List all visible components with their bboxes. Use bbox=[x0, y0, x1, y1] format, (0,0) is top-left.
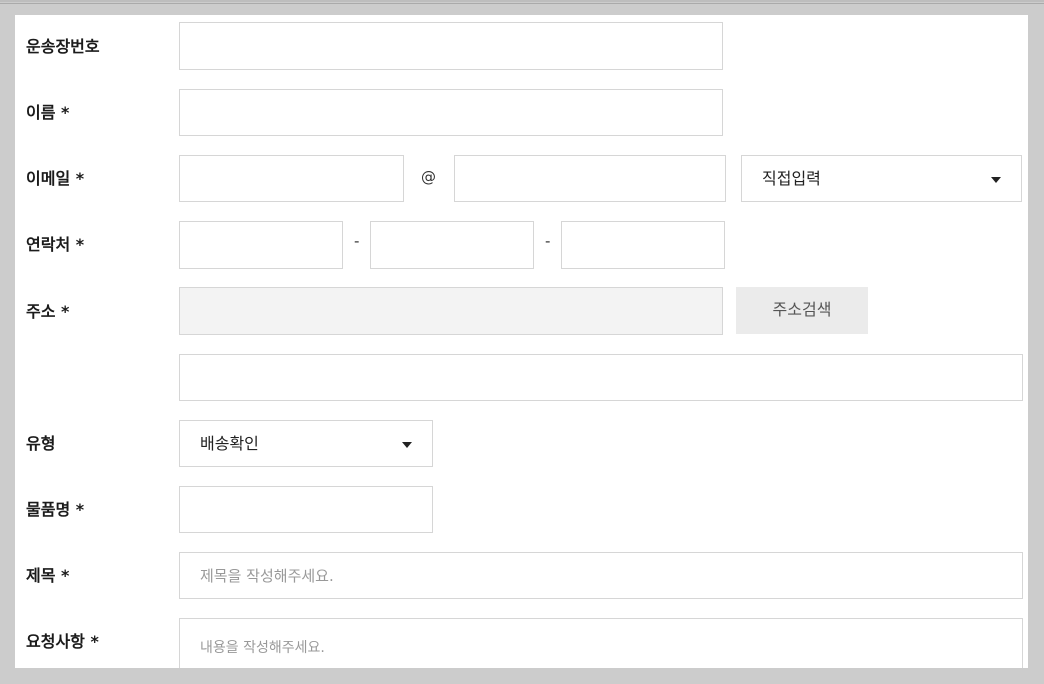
product-input[interactable] bbox=[179, 486, 433, 533]
window-top-line bbox=[0, 3, 1044, 4]
address-label: 주소 * bbox=[26, 302, 70, 321]
name-label: 이름 * bbox=[26, 103, 70, 122]
address-zip-input bbox=[179, 287, 723, 335]
phone-dash-1: - bbox=[354, 232, 360, 250]
email-local-input[interactable] bbox=[179, 155, 404, 202]
tracking-input[interactable] bbox=[179, 22, 723, 70]
subject-label: 제목 * bbox=[26, 566, 70, 585]
email-domain-select[interactable]: 직접입력 bbox=[741, 155, 1022, 202]
window-top-edge bbox=[0, 0, 1044, 2]
chevron-down-icon bbox=[991, 177, 1001, 183]
type-label: 유형 bbox=[26, 434, 56, 453]
request-label: 요청사항 * bbox=[26, 632, 99, 651]
type-select-value: 배송확인 bbox=[200, 434, 259, 453]
tracking-label: 운송장번호 bbox=[26, 37, 100, 56]
email-domain-select-value: 직접입력 bbox=[762, 169, 821, 188]
request-textarea[interactable]: 내용을 작성해주세요. bbox=[179, 618, 1023, 668]
phone-label: 연락처 * bbox=[26, 235, 85, 254]
address-search-button[interactable]: 주소검색 bbox=[736, 287, 868, 334]
inquiry-form: 운송장번호 이름 * 이메일 * @ 직접입력 연락처 * - - 주소 * 주… bbox=[15, 15, 1028, 668]
subject-placeholder: 제목을 작성해주세요. bbox=[200, 567, 334, 585]
request-placeholder: 내용을 작성해주세요. bbox=[200, 640, 325, 656]
address-detail-input[interactable] bbox=[179, 354, 1023, 401]
phone-part1-input[interactable] bbox=[179, 221, 343, 269]
phone-part3-input[interactable] bbox=[561, 221, 725, 269]
chevron-down-icon bbox=[402, 442, 412, 448]
product-label: 물품명 * bbox=[26, 500, 85, 519]
type-select[interactable]: 배송확인 bbox=[179, 420, 433, 467]
subject-input[interactable]: 제목을 작성해주세요. bbox=[179, 552, 1023, 599]
phone-part2-input[interactable] bbox=[370, 221, 534, 269]
email-at-sign: @ bbox=[421, 168, 436, 186]
phone-dash-2: - bbox=[545, 232, 551, 250]
name-input[interactable] bbox=[179, 89, 723, 136]
email-label: 이메일 * bbox=[26, 169, 85, 188]
email-domain-input[interactable] bbox=[454, 155, 726, 202]
